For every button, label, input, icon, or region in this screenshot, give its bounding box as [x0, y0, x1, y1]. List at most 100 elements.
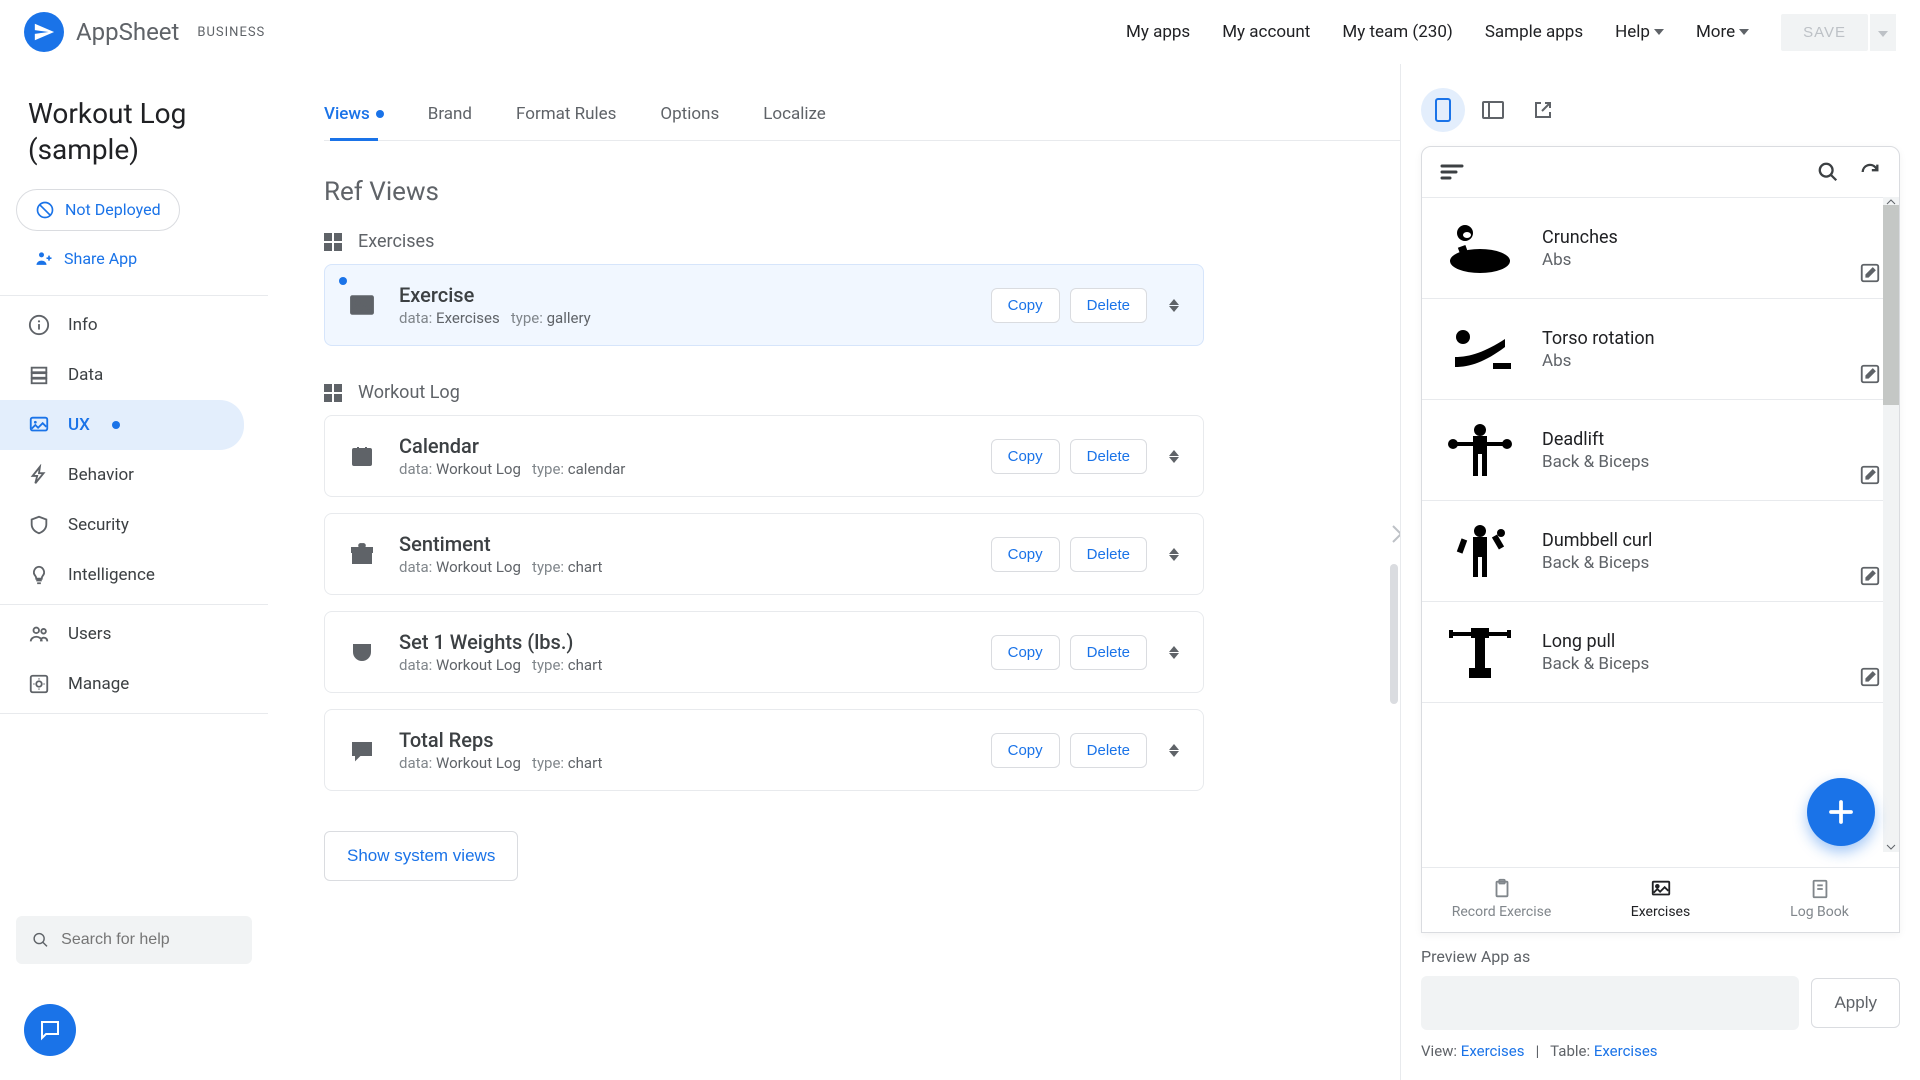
nav-users[interactable]: Users [0, 609, 244, 659]
pocket-icon [349, 639, 375, 665]
sort-icon[interactable] [1440, 163, 1464, 181]
sort-handle[interactable] [1169, 299, 1179, 312]
list-item[interactable]: Deadlift Back & Biceps [1422, 400, 1899, 501]
edit-icon[interactable] [1859, 464, 1881, 490]
nav-data[interactable]: Data [0, 350, 244, 400]
my-account-link[interactable]: My account [1222, 22, 1310, 42]
view-meta: data: Workout Log type: chart [399, 558, 967, 576]
header-right: My apps My account My team (230) Sample … [1126, 14, 1896, 51]
more-link[interactable]: More [1696, 22, 1749, 42]
view-card[interactable]: Sentiment data: Workout Log type: chart … [324, 513, 1204, 595]
list-item[interactable]: Crunches Abs [1422, 198, 1899, 299]
not-deployed-chip[interactable]: Not Deployed [16, 189, 180, 231]
view-meta: data: Workout Log type: chart [399, 754, 967, 772]
image-icon [349, 292, 375, 318]
calendar-icon [349, 443, 375, 469]
nav-security[interactable]: Security [0, 500, 244, 550]
preview-pane: Crunches Abs Torso rotation Abs Deadlift… [1400, 64, 1920, 1080]
delete-button[interactable]: Delete [1070, 635, 1147, 670]
edit-icon[interactable] [1859, 363, 1881, 389]
tablet-preview-button[interactable] [1471, 88, 1515, 132]
chat-button[interactable] [24, 1004, 76, 1056]
expand-arrow-icon[interactable] [1390, 524, 1400, 548]
header-left: AppSheet BUSINESS [24, 12, 265, 52]
view-meta: data: Workout Log type: chart [399, 656, 967, 674]
open-external-button[interactable] [1521, 88, 1565, 132]
device-tab-exercises[interactable]: Exercises [1581, 868, 1740, 932]
view-meta: data: Workout Log type: calendar [399, 460, 967, 478]
nav-info[interactable]: Info [0, 300, 244, 350]
sort-handle[interactable] [1169, 744, 1179, 757]
add-button[interactable] [1807, 778, 1875, 846]
delete-button[interactable]: Delete [1070, 733, 1147, 768]
tab-brand[interactable]: Brand [428, 104, 472, 140]
help-link[interactable]: Help [1615, 22, 1664, 42]
group-workout-log: Workout Log [324, 382, 1400, 403]
edit-icon[interactable] [1859, 262, 1881, 288]
nav-behavior[interactable]: Behavior [0, 450, 244, 500]
my-apps-link[interactable]: My apps [1126, 22, 1190, 42]
copy-button[interactable]: Copy [991, 439, 1060, 474]
search-help-box[interactable] [16, 916, 252, 964]
copy-button[interactable]: Copy [991, 537, 1060, 572]
list-item[interactable]: Torso rotation Abs [1422, 299, 1899, 400]
search-help-input[interactable] [61, 931, 236, 949]
my-team-link[interactable]: My team (230) [1342, 22, 1452, 42]
ux-icon [28, 414, 50, 436]
view-card[interactable]: Exercise data: Exercises type: gallery C… [324, 264, 1204, 346]
phone-preview-button[interactable] [1421, 88, 1465, 132]
grid-icon [324, 384, 342, 402]
save-dropdown-button[interactable] [1870, 14, 1896, 51]
copy-button[interactable]: Copy [991, 288, 1060, 323]
share-app-chip[interactable]: Share App [16, 243, 155, 275]
view-card[interactable]: Total Reps data: Workout Log type: chart… [324, 709, 1204, 791]
scrollbar[interactable] [1390, 564, 1398, 704]
section-title: Ref Views [324, 177, 1400, 207]
sample-apps-link[interactable]: Sample apps [1485, 22, 1583, 42]
view-title: Calendar [399, 434, 967, 458]
save-button[interactable]: SAVE [1781, 14, 1868, 51]
edit-icon[interactable] [1859, 565, 1881, 591]
nav-intelligence[interactable]: Intelligence [0, 550, 244, 600]
nav-ux[interactable]: UX [0, 400, 244, 450]
exercise-thumb-icon [1442, 216, 1518, 280]
list-subtitle: Abs [1542, 250, 1879, 270]
device-tab-record[interactable]: Record Exercise [1422, 868, 1581, 932]
preview-scrollbar-thumb[interactable] [1883, 205, 1899, 405]
sort-handle[interactable] [1169, 646, 1179, 659]
copy-button[interactable]: Copy [991, 635, 1060, 670]
list-item[interactable]: Dumbbell curl Back & Biceps [1422, 501, 1899, 602]
copy-button[interactable]: Copy [991, 733, 1060, 768]
edit-icon[interactable] [1859, 666, 1881, 692]
preview-scrollbar-track[interactable] [1883, 197, 1899, 852]
show-system-views-button[interactable]: Show system views [324, 831, 518, 881]
tab-options[interactable]: Options [660, 104, 719, 140]
exercise-thumb-icon [1442, 418, 1518, 482]
view-title: Exercise [399, 283, 967, 307]
nav-manage[interactable]: Manage [0, 659, 244, 709]
image-icon [1650, 878, 1672, 900]
refresh-icon[interactable] [1859, 161, 1881, 183]
status-dot-icon [112, 421, 120, 429]
preview-as-input[interactable] [1421, 976, 1799, 1030]
device-list: Crunches Abs Torso rotation Abs Deadlift… [1422, 198, 1899, 867]
search-icon[interactable] [1817, 161, 1839, 183]
sort-handle[interactable] [1169, 450, 1179, 463]
view-link[interactable]: Exercises [1461, 1042, 1525, 1060]
delete-button[interactable]: Delete [1070, 288, 1147, 323]
device-tab-logbook[interactable]: Log Book [1740, 868, 1899, 932]
view-card[interactable]: Set 1 Weights (lbs.) data: Workout Log t… [324, 611, 1204, 693]
share-icon [34, 249, 54, 269]
tab-format-rules[interactable]: Format Rules [516, 104, 616, 140]
apply-button[interactable]: Apply [1811, 978, 1900, 1028]
device-tabs: Record Exercise Exercises Log Book [1422, 867, 1899, 932]
delete-button[interactable]: Delete [1070, 537, 1147, 572]
sort-handle[interactable] [1169, 548, 1179, 561]
view-card[interactable]: Calendar data: Workout Log type: calenda… [324, 415, 1204, 497]
tab-views[interactable]: Views [324, 104, 384, 140]
tab-localize[interactable]: Localize [763, 104, 826, 140]
list-item[interactable]: Long pull Back & Biceps [1422, 602, 1899, 703]
delete-button[interactable]: Delete [1070, 439, 1147, 474]
device-frame: Crunches Abs Torso rotation Abs Deadlift… [1421, 146, 1900, 933]
table-link[interactable]: Exercises [1594, 1042, 1658, 1060]
